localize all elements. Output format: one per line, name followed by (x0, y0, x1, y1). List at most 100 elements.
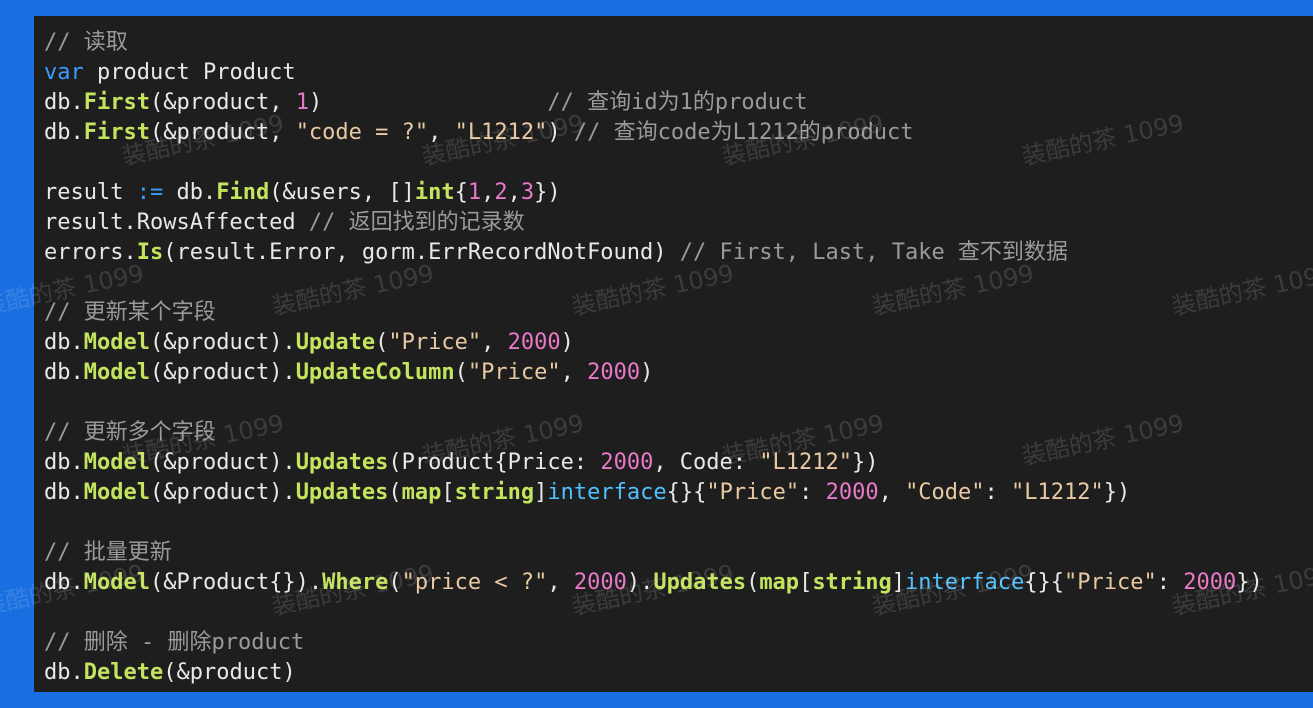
code-token: (&product). (149, 330, 296, 355)
code-token: }) (534, 180, 561, 205)
code-token: 1 (295, 90, 309, 115)
code-token: ) (560, 330, 574, 355)
code-token: ). (626, 570, 654, 595)
code-token: db. (44, 360, 84, 385)
code-token: result (44, 180, 137, 205)
code-comment: // 读取 (44, 30, 128, 55)
code-token: Is (136, 240, 164, 265)
code-token: "L1212" (759, 450, 852, 475)
code-token: int (414, 180, 455, 205)
code-token: , (560, 360, 588, 385)
code-token: ( (454, 360, 468, 385)
code-line: db.Model(&product).Updates(Product{Price… (44, 448, 1263, 478)
code-token: (result.Error, gorm.ErrRecordNotFound) (163, 240, 680, 265)
code-token: Find (216, 180, 270, 205)
code-token: Updates (653, 570, 747, 595)
code-token: (&product). (149, 480, 296, 505)
code-token: product Product (83, 60, 296, 85)
code-token: 2 (494, 180, 508, 205)
code-comment: // 查询id为1的product (547, 90, 808, 115)
code-token: Model (83, 360, 150, 385)
code-token: 3 (520, 180, 535, 205)
code-comment: // 删除 - 删除product (44, 630, 305, 655)
code-token: 2000 (1183, 570, 1237, 595)
code-comment: // 返回找到的记录数 (308, 210, 525, 235)
code-token: db. (163, 180, 217, 205)
code-token: ( (388, 570, 402, 595)
code-token: Where (322, 570, 389, 595)
code-token: ) (640, 360, 654, 385)
code-token: "L1212" (1011, 480, 1104, 505)
code-token: db. (44, 330, 84, 355)
code-token: }) (1103, 480, 1131, 505)
code-token: 2000 (573, 570, 627, 595)
code-screenshot-panel: // 读取 var product Product db.First(&produc… (34, 16, 1313, 692)
code-token: "Price" (1064, 570, 1157, 595)
code-token: ] (534, 480, 548, 505)
code-token: interface (905, 570, 1025, 595)
code-token: 2000 (825, 480, 879, 505)
code-token: {}{ (666, 480, 707, 505)
code-token: ( (375, 330, 389, 355)
code-token: {}{ (1024, 570, 1065, 595)
code-token: map (759, 570, 800, 595)
code-line: db.Model(&Product{}).Where("price < ?", … (44, 568, 1263, 598)
code-token: Model (83, 450, 150, 475)
code-token: "code = ?" (295, 120, 429, 145)
code-token: "Code" (905, 480, 985, 505)
code-token: , (428, 120, 455, 145)
code-token: ) (547, 120, 574, 145)
code-token: db. (44, 480, 84, 505)
code-token: ] (891, 570, 906, 595)
code-token: string (454, 480, 535, 505)
code-token: , (878, 480, 906, 505)
code-token: , (507, 180, 521, 205)
code-token: db. (44, 570, 84, 595)
code-line: db.First(&product, 1) // 查询id为1的product (44, 88, 1263, 118)
code-token: , (547, 570, 574, 595)
code-token: 1 (467, 180, 482, 205)
code-token: db. (44, 90, 84, 115)
code-comment: // 查询code为L1212的product (573, 120, 914, 145)
code-token: map (401, 480, 442, 505)
code-block: // 读取 var product Product db.First(&produc… (44, 28, 1263, 688)
code-line: result := db.Find(&users, []int{1,2,3}) (44, 178, 1263, 208)
code-line: db.First(&product, "code = ?", "L1212") … (44, 118, 1263, 148)
code-line: // 批量更新 (44, 538, 1263, 568)
code-line: db.Model(&product).UpdateColumn("Price",… (44, 358, 1263, 388)
code-line: db.Model(&product).Updates(map[string]in… (44, 478, 1263, 508)
code-token: (Product{Price: (388, 450, 601, 475)
code-token: ( (388, 480, 402, 505)
code-token: interface (547, 480, 667, 505)
code-token: , (481, 330, 508, 355)
code-line: db.Delete(&product) (44, 658, 1263, 688)
code-token: : (984, 480, 1012, 505)
code-token: 2000 (600, 450, 654, 475)
code-token: 2000 (587, 360, 641, 385)
code-token: ( (746, 570, 760, 595)
code-line: var product Product (44, 58, 1263, 88)
code-token: : (799, 480, 826, 505)
code-token: First (83, 120, 150, 145)
code-comment: // 更新某个字段 (44, 300, 216, 325)
code-line: // 更新某个字段 (44, 298, 1263, 328)
code-token: , (481, 180, 495, 205)
code-token: db. (44, 660, 84, 685)
code-token: Model (83, 480, 150, 505)
code-token: string (812, 570, 892, 595)
code-token: (&product, (149, 90, 296, 115)
code-token: (&product). (149, 360, 296, 385)
code-token: (&product, (149, 120, 296, 145)
code-comment: // 批量更新 (44, 540, 172, 565)
code-token: , Code: (653, 450, 760, 475)
code-line: // 删除 - 删除product (44, 628, 1263, 658)
code-line: db.Model(&product).Update("Price", 2000) (44, 328, 1263, 358)
code-token: db. (44, 450, 84, 475)
code-token: Delete (83, 660, 164, 685)
code-comment: // 更新多个字段 (44, 420, 216, 445)
code-token: }) (1236, 570, 1263, 595)
